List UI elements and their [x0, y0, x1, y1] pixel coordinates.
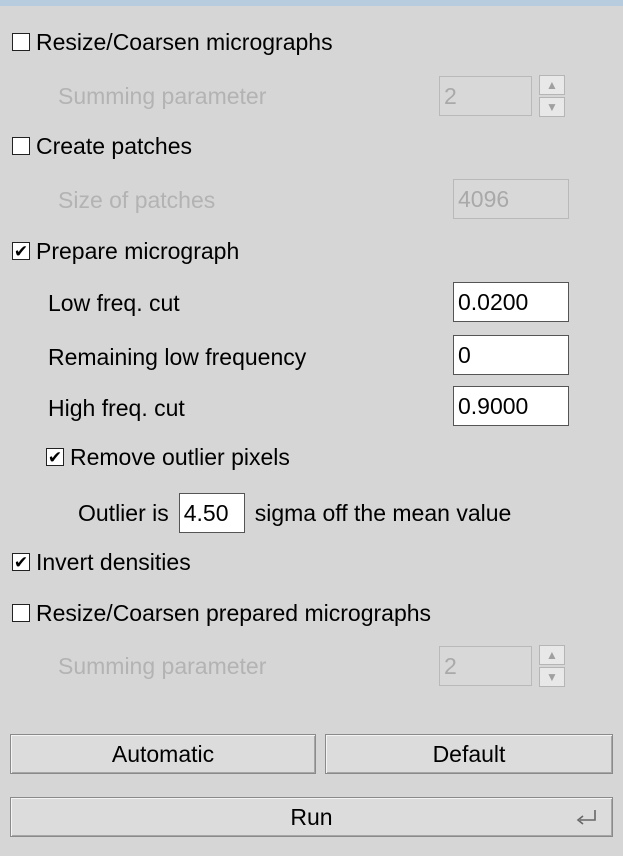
low-cut-input[interactable]: 0.0200	[453, 282, 569, 322]
automatic-button[interactable]: Automatic	[10, 734, 316, 774]
prepare-checkbox[interactable]: ✔	[12, 242, 30, 260]
outlier-row[interactable]: ✔ Remove outlier pixels	[46, 439, 290, 475]
patches-size-row: Size of patches	[58, 182, 215, 218]
invert-label: Invert densities	[36, 548, 191, 575]
resize-prepared-summing-label: Summing parameter	[58, 652, 267, 679]
resize-row[interactable]: Resize/Coarsen micrographs	[12, 24, 333, 60]
outlier-sigma-input[interactable]: 4.50	[178, 493, 245, 533]
enter-icon	[576, 810, 596, 825]
outlier-suffix: sigma off the mean value	[254, 499, 512, 526]
remaining-row: Remaining low frequency	[48, 339, 306, 375]
high-cut-row: High freq. cut	[48, 390, 185, 426]
resize-label: Resize/Coarsen micrographs	[36, 28, 333, 55]
resize-prepared-summing-input[interactable]: 2	[439, 646, 532, 686]
outlier-sigma-row: Outlier is 4.50 sigma off the mean value	[78, 493, 512, 533]
invert-row[interactable]: ✔ Invert densities	[12, 544, 191, 580]
resize-prepared-label: Resize/Coarsen prepared micrographs	[36, 599, 432, 626]
patches-row[interactable]: Create patches	[12, 128, 192, 164]
resize-prepared-checkbox[interactable]	[12, 604, 30, 622]
prepare-label: Prepare micrograph	[36, 237, 240, 264]
invert-checkbox[interactable]: ✔	[12, 553, 30, 571]
low-cut-row: Low freq. cut	[48, 285, 180, 321]
patches-size-label: Size of patches	[58, 186, 216, 213]
high-cut-label: High freq. cut	[48, 394, 185, 421]
remaining-label: Remaining low frequency	[48, 343, 307, 370]
spin-up-icon[interactable]: ▲	[539, 645, 565, 665]
patches-label: Create patches	[36, 132, 192, 159]
resize-summing-label: Summing parameter	[58, 82, 267, 109]
outlier-label: Remove outlier pixels	[70, 443, 290, 470]
patches-size-input[interactable]: 4096	[453, 179, 569, 219]
spin-down-icon[interactable]: ▼	[539, 97, 565, 117]
run-button[interactable]: Run	[10, 797, 613, 837]
resize-summing-spinner[interactable]: ▲ ▼	[539, 75, 565, 117]
run-label: Run	[290, 803, 333, 830]
resize-summing-row: Summing parameter	[58, 78, 266, 114]
preprocessing-panel: Resize/Coarsen micrographs Summing param…	[0, 0, 623, 856]
resize-prepared-summing-row: Summing parameter	[58, 648, 266, 684]
resize-checkbox[interactable]	[12, 33, 30, 51]
low-cut-label: Low freq. cut	[48, 289, 180, 316]
patches-checkbox[interactable]	[12, 137, 30, 155]
spin-down-icon[interactable]: ▼	[539, 667, 565, 687]
spin-up-icon[interactable]: ▲	[539, 75, 565, 95]
outlier-checkbox[interactable]: ✔	[46, 448, 64, 466]
resize-prepared-row[interactable]: Resize/Coarsen prepared micrographs	[12, 595, 431, 631]
resize-summing-input[interactable]: 2	[439, 76, 532, 116]
remaining-input[interactable]: 0	[453, 335, 569, 375]
prepare-row[interactable]: ✔ Prepare micrograph	[12, 233, 239, 269]
default-button[interactable]: Default	[325, 734, 613, 774]
resize-prepared-summing-spinner[interactable]: ▲ ▼	[539, 645, 565, 687]
high-cut-input[interactable]: 0.9000	[453, 386, 569, 426]
outlier-prefix: Outlier is	[78, 499, 169, 526]
